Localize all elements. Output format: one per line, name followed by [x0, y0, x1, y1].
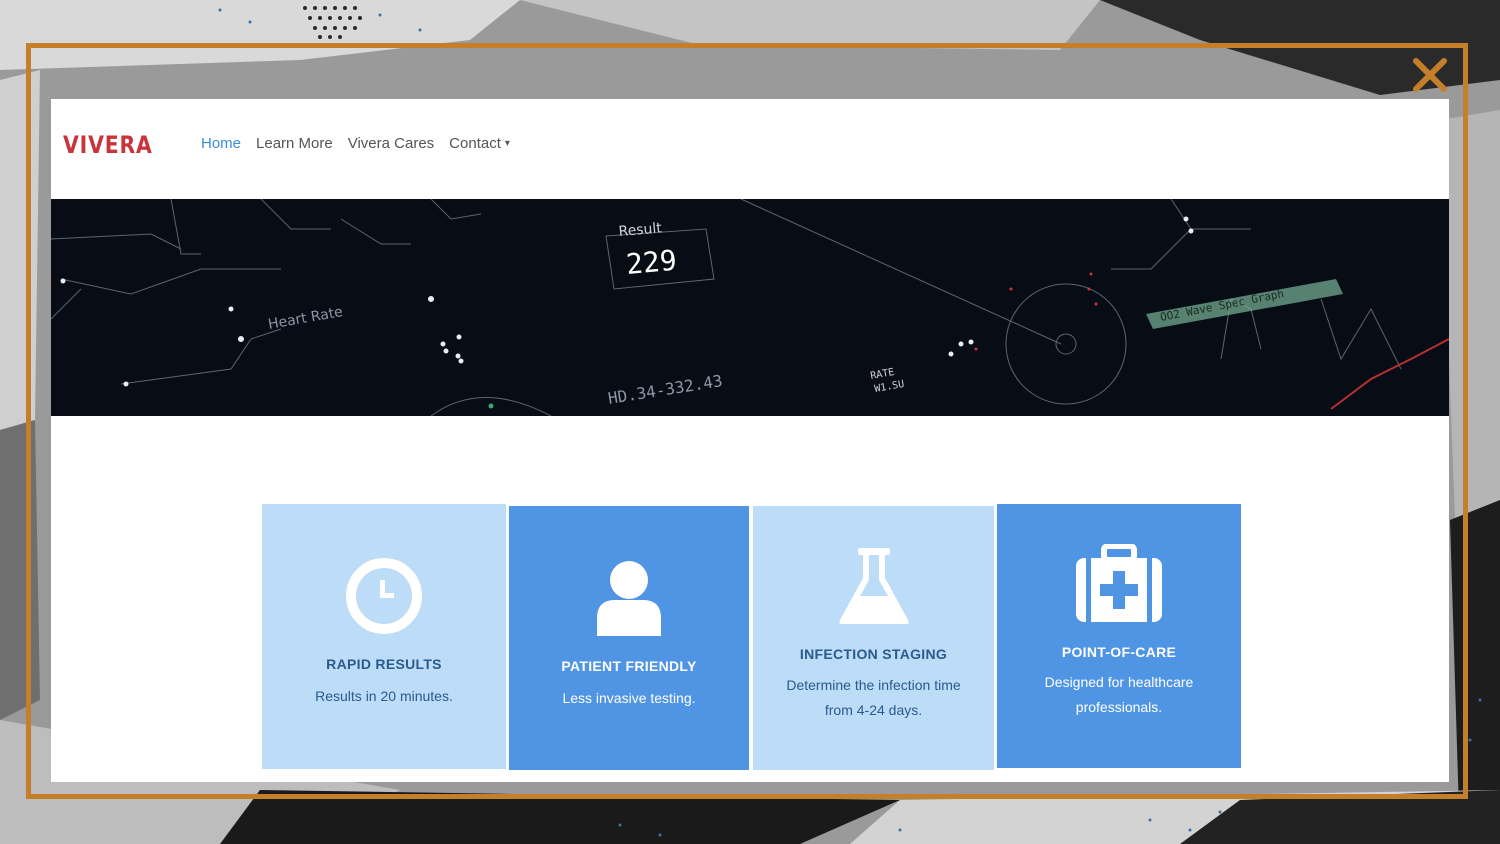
logo-text: VIVERA [63, 131, 154, 159]
feature-desc: Results in 20 minutes. [315, 688, 453, 704]
site-header: VIVERA Home Learn More Vivera Cares Cont… [51, 99, 1449, 199]
website-screenshot: VIVERA Home Learn More Vivera Cares Cont… [51, 99, 1449, 782]
flask-icon [838, 548, 909, 624]
hud-result-value: 229 [625, 244, 678, 281]
nav-vivera-cares[interactable]: Vivera Cares [348, 135, 434, 152]
nav-home-label: Home [201, 135, 242, 152]
feature-desc: Determine the infection time from 4-24 d… [786, 677, 961, 718]
user-icon [597, 561, 661, 636]
feature-card-rapid-results: RAPID RESULTS Results in 20 minutes. [262, 504, 506, 769]
feature-cards: RAPID RESULTS Results in 20 minutes. PAT… [261, 504, 1241, 770]
nav-learn-more[interactable]: Learn More [256, 135, 333, 152]
nav-contact[interactable]: Contact ▾ [449, 135, 510, 152]
feature-card-infection-staging: INFECTION STAGING Determine the infectio… [753, 506, 994, 770]
feature-desc: Designed for healthcare professionals. [1044, 674, 1194, 715]
vivera-logo[interactable]: VIVERA [59, 123, 169, 167]
clock-icon [346, 558, 422, 634]
feature-title: RAPID RESULTS [326, 656, 442, 672]
nav-learn-more-label: Learn More [256, 135, 333, 152]
feature-title: POINT-OF-CARE [1061, 644, 1177, 660]
close-button[interactable] [1410, 55, 1450, 95]
feature-desc: Less invasive testing. [562, 690, 696, 706]
feature-title: PATIENT FRIENDLY [561, 658, 697, 674]
chevron-down-icon: ▾ [504, 138, 510, 149]
nav-home[interactable]: Home [201, 135, 241, 152]
medical-hud-graphic: OO2 Wave Spec Graph Result 229 Heart Rat… [51, 199, 1449, 416]
feature-card-point-of-care: POINT-OF-CARE Designed for healthcare pr… [997, 504, 1241, 768]
close-x-icon [1413, 58, 1447, 92]
nav-contact-label: Contact [449, 135, 501, 152]
feature-title: INFECTION STAGING [799, 646, 948, 662]
medical-kit-icon [1076, 544, 1162, 622]
main-nav: Home Learn More Vivera Cares Contact ▾ [201, 135, 525, 152]
feature-card-patient-friendly: PATIENT FRIENDLY Less invasive testing. [509, 506, 749, 770]
hero-banner: OO2 Wave Spec Graph Result 229 Heart Rat… [51, 199, 1449, 416]
nav-vivera-cares-label: Vivera Cares [347, 135, 435, 152]
